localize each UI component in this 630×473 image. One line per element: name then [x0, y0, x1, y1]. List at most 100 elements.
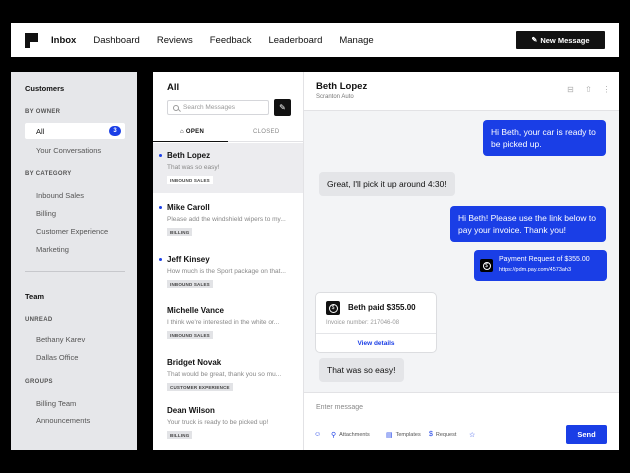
sidebar-title: Customers — [25, 84, 65, 93]
sidebar-item-your-conversations[interactable]: Your Conversations — [36, 146, 101, 155]
request-button[interactable]: $ Request — [429, 431, 456, 438]
send-button[interactable]: Send — [566, 425, 607, 444]
invoice-number: Invoice number: 217046-08 — [326, 320, 400, 326]
sidebar-item-billing-team[interactable]: Billing Team — [36, 399, 76, 408]
chat-pane: Beth Lopez Scranton Auto ⊟ ⇧ ⋮ Hi Beth, … — [304, 72, 619, 450]
conversation-name: Jeff Kinsey — [167, 255, 210, 264]
payment-confirmation-card: $ Beth paid $355.00 Invoice number: 2170… — [315, 292, 437, 353]
status-tabs: ⌂ OPEN CLOSED — [153, 125, 303, 142]
active-tab-indicator — [153, 140, 228, 142]
pencil-icon: ✎ — [531, 37, 538, 44]
message-input[interactable] — [316, 404, 516, 411]
unread-dot-icon — [159, 206, 162, 209]
sidebar: Customers BY OWNER All 3 Your Conversati… — [11, 72, 137, 450]
category-tag: CUSTOMER EXPERIENCE — [167, 383, 233, 391]
conversation-snippet: Please add the windshield wipers to my..… — [167, 216, 286, 223]
section-unread: UNREAD — [25, 317, 53, 323]
conversation-item-mike-caroll[interactable]: Mike Caroll Please add the windshield wi… — [153, 195, 303, 245]
section-by-owner: BY OWNER — [25, 109, 61, 115]
sidebar-item-label: All — [36, 127, 45, 136]
payment-request-bubble[interactable]: $ Payment Request of $355.00 https://pdm… — [474, 250, 607, 281]
contact-name: Beth Lopez — [316, 81, 368, 92]
unread-dot-icon — [159, 154, 162, 157]
more-icon[interactable]: ⋮ — [602, 85, 611, 94]
search-box — [167, 100, 269, 115]
archive-icon[interactable]: ⊟ — [566, 85, 575, 94]
pencil-icon: ✎ — [279, 103, 286, 112]
templates-button[interactable]: ▤ Templates — [386, 431, 421, 439]
main-panel: All ✎ ⌂ OPEN CLOSED Beth Lopez That was … — [153, 72, 619, 450]
sidebar-item-marketing[interactable]: Marketing — [36, 245, 69, 254]
sidebar-item-inbound-sales[interactable]: Inbound Sales — [36, 191, 84, 200]
view-details-link[interactable]: View details — [316, 340, 436, 347]
conversation-snippet: How much is the Sport package on that... — [167, 268, 286, 275]
payment-request-title: Payment Request of $355.00 — [499, 256, 590, 263]
dollar-icon: $ — [480, 259, 493, 272]
attachments-label: Attachments — [339, 432, 370, 438]
attachments-button[interactable]: ⚲ Attachments — [331, 431, 370, 439]
sidebar-item-all[interactable]: All 3 — [25, 123, 125, 139]
nav-item-leaderboard[interactable]: Leaderboard — [268, 35, 322, 46]
search-icon — [173, 104, 179, 111]
conversation-item-michelle-vance[interactable]: Michelle Vance I think we're interested … — [153, 298, 303, 348]
category-tag: INBOUND SALES — [167, 176, 213, 184]
star-icon: ☆ — [469, 432, 476, 439]
sidebar-divider — [25, 271, 125, 272]
unread-dot-icon — [159, 258, 162, 261]
review-button[interactable]: ☆ — [469, 431, 478, 439]
main-nav: Inbox Dashboard Reviews Feedback Leaderb… — [51, 35, 391, 46]
conversation-item-jeff-kinsey[interactable]: Jeff Kinsey How much is the Sport packag… — [153, 247, 303, 297]
template-icon: ▤ — [386, 432, 393, 439]
conversation-snippet: I think we're interested in the white or… — [167, 319, 280, 326]
section-by-category: BY CATEGORY — [25, 171, 72, 177]
tab-closed[interactable]: CLOSED — [253, 129, 279, 135]
sidebar-item-customer-experience[interactable]: Customer Experience — [36, 227, 108, 236]
conversation-snippet: That was so easy! — [167, 164, 220, 171]
nav-item-reviews[interactable]: Reviews — [157, 35, 193, 46]
new-message-button[interactable]: ✎ New Message — [516, 31, 605, 49]
conversation-name: Dean Wilson — [167, 406, 215, 415]
dollar-icon: $ — [429, 431, 433, 438]
nav-item-dashboard[interactable]: Dashboard — [93, 35, 139, 46]
nav-item-feedback[interactable]: Feedback — [210, 35, 252, 46]
chat-header: Beth Lopez Scranton Auto ⊟ ⇧ ⋮ — [304, 72, 619, 111]
contact-company: Scranton Auto — [316, 94, 354, 100]
sidebar-item-bethany-karev[interactable]: Bethany Karev — [36, 335, 85, 344]
payment-confirmation-title: Beth paid $355.00 — [348, 303, 416, 312]
sidebar-item-billing[interactable]: Billing — [36, 209, 56, 218]
sidebar-item-dallas-office[interactable]: Dallas Office — [36, 353, 78, 362]
section-groups: GROUPS — [25, 379, 53, 385]
conversation-item-dean-wilson[interactable]: Dean Wilson Your truck is ready to be pi… — [153, 398, 303, 448]
search-input[interactable] — [183, 104, 268, 111]
emoji-icon: ☺ — [314, 431, 322, 438]
sidebar-item-announcements[interactable]: Announcements — [36, 416, 90, 425]
conversation-item-beth-lopez[interactable]: Beth Lopez That was so easy! INBOUND SAL… — [153, 143, 303, 193]
conversation-item-bridget-novak[interactable]: Bridget Novak That would be great, thank… — [153, 350, 303, 400]
app-logo[interactable] — [25, 32, 38, 48]
team-title: Team — [25, 292, 45, 301]
conversation-list: All ✎ ⌂ OPEN CLOSED Beth Lopez That was … — [153, 72, 304, 450]
new-message-label: New Message — [540, 35, 590, 45]
conversation-name: Michelle Vance — [167, 306, 224, 315]
conversation-snippet: That would be great, thank you so mu... — [167, 371, 282, 378]
card-divider — [316, 333, 436, 334]
message-outgoing: Hi Beth, your car is ready to be picked … — [483, 120, 606, 156]
category-tag: INBOUND SALES — [167, 331, 213, 339]
request-label: Request — [435, 431, 457, 438]
payment-link[interactable]: https://pdm.pay.com/4573ah3 — [499, 267, 571, 273]
category-tag: BILLING — [167, 228, 193, 236]
inbox-icon: ⌂ — [180, 129, 184, 135]
tab-open[interactable]: ⌂ OPEN — [180, 129, 204, 135]
conversation-name: Bridget Novak — [167, 358, 222, 367]
paperclip-icon: ⚲ — [331, 432, 337, 439]
compose-button[interactable]: ✎ — [274, 99, 291, 116]
conversation-name: Mike Caroll — [167, 203, 210, 212]
category-tag: INBOUND SALES — [167, 280, 213, 288]
nav-item-inbox[interactable]: Inbox — [51, 35, 76, 46]
nav-item-manage[interactable]: Manage — [339, 35, 373, 46]
message-outgoing: Hi Beth! Please use the link below to pa… — [450, 206, 606, 242]
emoji-button[interactable]: ☺ — [314, 431, 324, 438]
share-icon[interactable]: ⇧ — [584, 85, 593, 94]
category-tag: BILLING — [167, 431, 193, 439]
conversation-snippet: Your truck is ready to be picked up! — [167, 419, 269, 426]
